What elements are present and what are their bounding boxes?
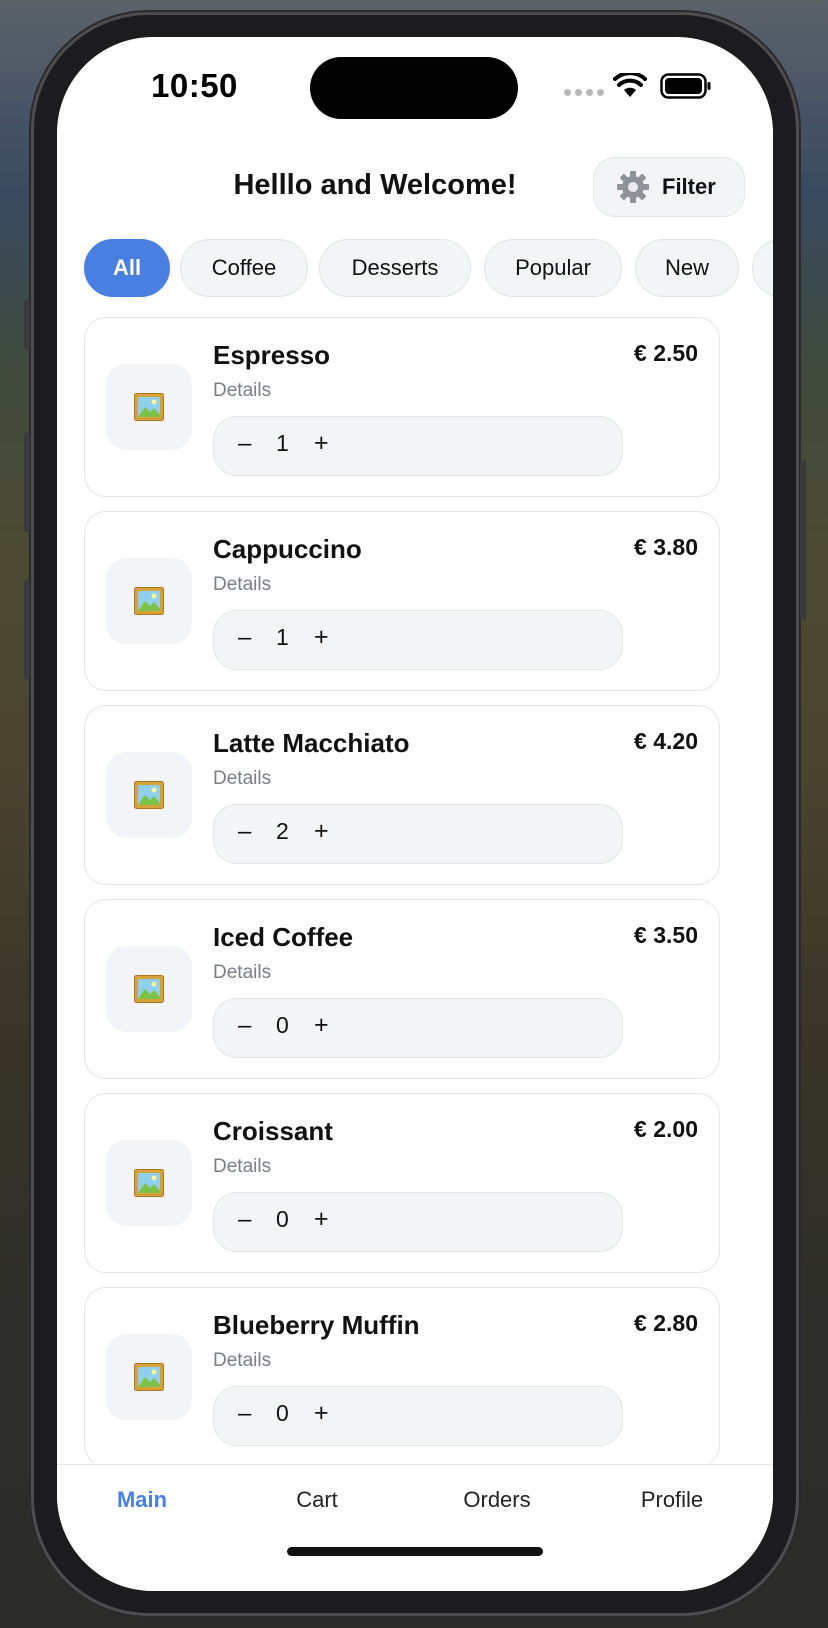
increment-button[interactable]: + (314, 1205, 329, 1234)
menu-item-card[interactable]: Croissant Details € 2.00 –0 + (84, 1093, 720, 1273)
filter-label: Filter (662, 174, 716, 199)
quantity-value: 0 (276, 1400, 289, 1426)
image-placeholder-icon (106, 1334, 192, 1420)
quantity-value: 0 (276, 1012, 289, 1038)
filter-button[interactable]: Filter (593, 157, 745, 217)
item-name: Latte Macchiato (213, 728, 410, 758)
item-price: € 3.50 (634, 922, 698, 948)
item-price: € 2.80 (634, 1310, 698, 1336)
quantity-value: 1 (276, 624, 289, 650)
dynamic-island (310, 57, 518, 119)
quantity-value: 2 (276, 818, 289, 844)
home-indicator (287, 1547, 543, 1556)
quantity-stepper: –0 + (213, 1192, 623, 1252)
item-price: € 2.00 (634, 1116, 698, 1142)
gear-icon (617, 171, 649, 203)
menu-item-card[interactable]: Latte Macchiato Details € 4.20 –2 + (84, 705, 720, 885)
image-placeholder-icon (106, 558, 192, 644)
increment-button[interactable]: + (314, 1399, 329, 1428)
volume-up-button (24, 432, 30, 532)
chip-coffee[interactable]: Coffee (180, 239, 308, 297)
tab-cart[interactable]: Cart (262, 1487, 372, 1513)
decrement-button[interactable]: – (238, 1206, 251, 1234)
quantity-stepper: –2 + (213, 804, 623, 864)
quantity-stepper: –1 + (213, 416, 623, 476)
increment-button[interactable]: + (314, 623, 329, 652)
tab-profile[interactable]: Profile (612, 1487, 732, 1513)
item-details-link[interactable]: Details (213, 962, 271, 984)
item-name: Espresso (213, 340, 331, 370)
cellular-signal-icon (564, 89, 604, 96)
item-name: Cappuccino (213, 534, 362, 564)
quantity-value: 0 (276, 1206, 289, 1232)
decrement-button[interactable]: – (238, 624, 251, 652)
chip-next-partial[interactable] (752, 239, 773, 297)
item-name: Croissant (213, 1116, 333, 1146)
decrement-button[interactable]: – (238, 818, 251, 846)
chip-all[interactable]: All (84, 239, 170, 297)
decrement-button[interactable]: – (238, 1012, 251, 1040)
wifi-icon (613, 73, 647, 97)
item-details-link[interactable]: Details (213, 1156, 271, 1178)
tab-orders[interactable]: Orders (432, 1487, 562, 1513)
item-details-link[interactable]: Details (213, 1350, 271, 1372)
increment-button[interactable]: + (314, 1011, 329, 1040)
item-price: € 4.20 (634, 728, 698, 754)
app-screen: 10:50 Helllo and Welcome! Filter All Cof… (57, 37, 773, 1591)
image-placeholder-icon (106, 752, 192, 838)
image-placeholder-icon (106, 946, 192, 1032)
increment-button[interactable]: + (314, 429, 329, 458)
increment-button[interactable]: + (314, 817, 329, 846)
item-price: € 3.80 (634, 534, 698, 560)
status-time: 10:50 (151, 67, 238, 104)
quantity-stepper: –0 + (213, 998, 623, 1058)
chip-new[interactable]: New (635, 239, 739, 297)
item-details-link[interactable]: Details (213, 380, 271, 402)
action-button (24, 300, 30, 350)
decrement-button[interactable]: – (238, 430, 251, 458)
category-chips: All Coffee Desserts Popular New (84, 239, 773, 299)
item-details-link[interactable]: Details (213, 574, 271, 596)
menu-item-card[interactable]: Cappuccino Details € 3.80 –1 + (84, 511, 720, 691)
item-price: € 2.50 (634, 340, 698, 366)
menu-item-card[interactable]: Blueberry Muffin Details € 2.80 –0 + (84, 1287, 720, 1463)
menu-item-card[interactable]: Espresso Details € 2.50 –1 + (84, 317, 720, 497)
tab-bar: Main Cart Orders Profile (57, 1464, 773, 1591)
item-details-link[interactable]: Details (213, 768, 271, 790)
battery-icon (660, 73, 711, 99)
power-button (800, 460, 806, 620)
image-placeholder-icon (106, 364, 192, 450)
quantity-stepper: –1 + (213, 610, 623, 670)
quantity-value: 1 (276, 430, 289, 456)
menu-list: Espresso Details € 2.50–1 + Cappuccino Detail… (84, 317, 724, 1463)
item-name: Iced Coffee (213, 922, 354, 952)
decrement-button[interactable]: – (238, 1400, 251, 1428)
page-title: Helllo and Welcome! (233, 169, 517, 201)
tab-main[interactable]: Main (87, 1487, 197, 1513)
volume-down-button (24, 580, 30, 680)
item-name: Blueberry Muffin (213, 1310, 420, 1340)
chip-popular[interactable]: Popular (484, 239, 622, 297)
quantity-stepper: –0 + (213, 1386, 623, 1446)
image-placeholder-icon (106, 1140, 192, 1226)
menu-item-card[interactable]: Iced Coffee Details € 3.50 –0 + (84, 899, 720, 1079)
chip-desserts[interactable]: Desserts (319, 239, 471, 297)
